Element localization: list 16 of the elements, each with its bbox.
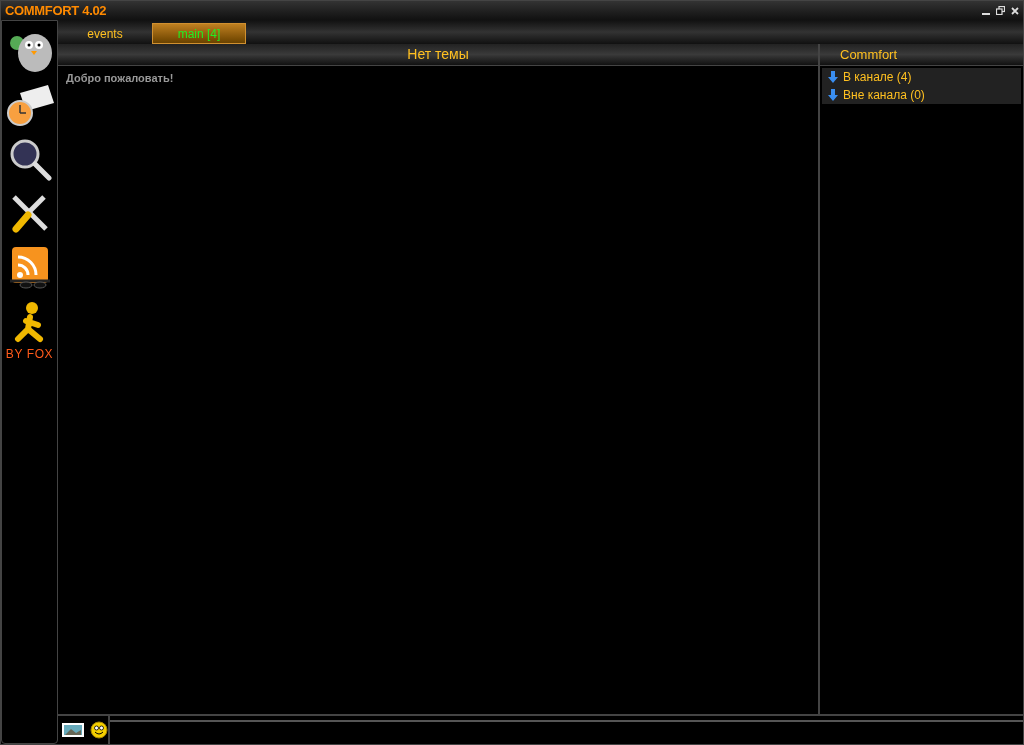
image-icon[interactable] — [62, 723, 84, 737]
user-group[interactable]: В канале (4) — [843, 68, 912, 86]
down-arrow-icon — [828, 89, 838, 101]
sidebar-caption: BY FOX — [5, 346, 54, 363]
smiley-icon[interactable] — [90, 721, 108, 739]
envelope-clock-icon[interactable] — [5, 83, 54, 127]
chat-message: Добро пожаловать! — [66, 71, 175, 86]
channel-tab[interactable]: main [4] — [152, 23, 246, 44]
channel-tab[interactable]: events — [62, 23, 148, 44]
user-group[interactable]: Вне канала (0) — [843, 86, 925, 104]
user-list-header: Commfort — [820, 44, 1023, 66]
down-arrow-icon — [828, 71, 838, 83]
close-icon[interactable] — [1011, 6, 1019, 15]
window-title: COMMFORT 4.02 — [5, 1, 107, 20]
restore-icon[interactable] — [996, 6, 1005, 15]
topic-bar: Нет темы — [58, 44, 818, 66]
